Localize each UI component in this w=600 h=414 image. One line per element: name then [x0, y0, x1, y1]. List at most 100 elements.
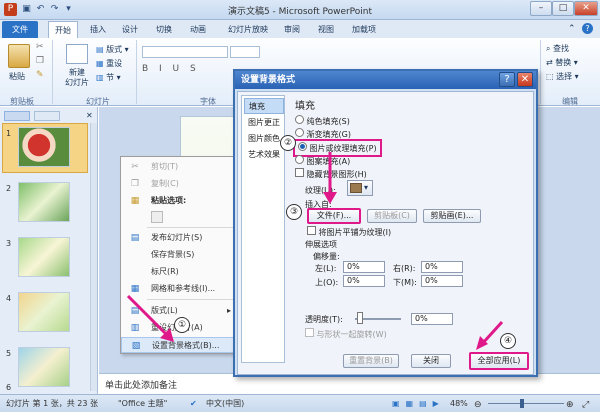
dialog-close-icon[interactable]: ✕ — [517, 72, 533, 87]
menu-item-publish[interactable]: ▤ 发布幻灯片(S) — [121, 230, 237, 246]
slide-thumbnail[interactable] — [18, 237, 70, 277]
tab-design[interactable]: 设计 — [116, 21, 144, 38]
thumb-number: 4 — [6, 294, 12, 303]
paste-option-icon[interactable] — [151, 211, 163, 223]
layout-button[interactable]: ▤ 版式 ▾ — [96, 44, 129, 55]
cut-icon[interactable]: ✂ — [36, 42, 44, 52]
option-label: 渐变填充(G) — [306, 130, 351, 139]
file-button[interactable]: 文件(F)... — [307, 208, 361, 224]
zoom-slider[interactable] — [488, 403, 564, 404]
tab-file[interactable]: 文件 — [2, 21, 38, 38]
clipart-button[interactable]: 剪贴画(E)... — [423, 209, 481, 223]
close-pane-icon[interactable]: ✕ — [86, 111, 93, 120]
slide-thumbnail[interactable] — [18, 127, 70, 167]
font-format-buttons[interactable]: B I U S — [142, 64, 232, 76]
reset-button[interactable]: ▦ 重设 — [96, 58, 122, 69]
nav-picture-color[interactable]: 图片颜色 — [244, 131, 284, 147]
slides-tab[interactable] — [4, 111, 30, 121]
section-button[interactable]: ▥ 节 ▾ — [96, 72, 121, 83]
offset-bottom-input[interactable]: 0% — [421, 275, 463, 287]
transparency-slider-thumb[interactable] — [357, 312, 363, 324]
offset-right-input[interactable]: 0% — [421, 261, 463, 273]
option-solid-fill[interactable]: 纯色填充(S) — [295, 115, 350, 127]
clipboard-button[interactable]: 剪贴板(C) — [367, 209, 417, 223]
tab-addins[interactable]: 加载项 — [346, 21, 382, 38]
nav-artistic-effects[interactable]: 艺术效果 — [244, 147, 284, 163]
maximize-button[interactable]: □ — [552, 1, 574, 16]
layout-icon: ▤ — [96, 45, 104, 54]
reset-label: 重设 — [106, 59, 123, 68]
help-icon[interactable]: ? — [582, 23, 593, 34]
offset-top-input[interactable]: 0% — [343, 275, 385, 287]
paste-icon: ▦ — [130, 196, 140, 206]
new-slide-button[interactable]: 新建 幻灯片 — [62, 68, 92, 88]
apply-to-all-button[interactable]: 全部应用(L) — [469, 352, 529, 370]
reset-icon: ▦ — [96, 59, 104, 68]
view-buttons-icon[interactable]: ▣▦▤▶ — [392, 395, 445, 412]
fit-to-window-icon[interactable]: ⤢ — [582, 397, 589, 414]
replace-button[interactable]: ⇄ 替换 ▾ — [546, 57, 578, 68]
select-button[interactable]: ⬚ 选择 ▾ — [546, 71, 579, 82]
layout-label: 版式 — [106, 45, 123, 54]
offset-left-input[interactable]: 0% — [343, 261, 385, 273]
thumbnail-scrollbar[interactable] — [90, 123, 97, 391]
checkbox[interactable] — [295, 168, 304, 177]
texture-dropdown[interactable]: ▾ — [347, 180, 373, 196]
menu-item-cut[interactable]: ✂ 剪切(T) — [121, 159, 237, 175]
tab-insert[interactable]: 插入 — [84, 21, 112, 38]
tab-home[interactable]: 开始 — [48, 21, 78, 38]
copy-icon[interactable]: ❐ — [36, 56, 44, 66]
radio[interactable] — [295, 128, 304, 137]
zoom-slider-thumb[interactable] — [520, 399, 524, 408]
paste-button[interactable]: 粘贴 — [9, 71, 25, 82]
outline-tab[interactable] — [34, 111, 60, 121]
nav-picture-corrections[interactable]: 图片更正 — [244, 115, 284, 131]
theme-status: "Office 主题" — [118, 399, 168, 408]
format-painter-icon[interactable]: ✎ — [36, 70, 44, 80]
tab-animations[interactable]: 动画 — [184, 21, 212, 38]
menu-item-save-bg[interactable]: 保存背景(S) — [121, 247, 237, 263]
help-icon[interactable]: ? — [499, 72, 515, 87]
close-dialog-button[interactable]: 关闭 — [411, 354, 451, 368]
reset-background-button[interactable]: 重置背景(B) — [343, 354, 399, 368]
section-label: 节 — [106, 73, 115, 82]
zoom-out-icon[interactable]: ⊖ — [474, 397, 482, 414]
transparency-label: 透明度(T): — [305, 315, 343, 324]
close-button[interactable]: ✕ — [574, 1, 598, 16]
zoom-level[interactable]: 48% — [450, 395, 468, 412]
slide-thumbnail[interactable] — [18, 347, 70, 387]
minimize-button[interactable]: – — [530, 1, 552, 16]
slide-thumbnail[interactable] — [18, 292, 70, 332]
font-size-combo[interactable] — [230, 46, 260, 58]
rotate-with-shape-checkbox[interactable]: 与形状一起旋转(W) — [305, 328, 387, 340]
radio[interactable] — [295, 155, 304, 164]
tab-view[interactable]: 视图 — [312, 21, 340, 38]
spellcheck-icon[interactable]: ✔ — [190, 395, 197, 412]
menu-item-label: 粘贴选项: — [151, 196, 187, 205]
radio[interactable] — [295, 115, 304, 124]
menu-item-ruler[interactable]: 标尺(R) — [121, 264, 237, 280]
select-icon: ⬚ — [546, 72, 554, 81]
checkbox[interactable] — [305, 328, 314, 337]
menu-item-label: 复制(C) — [151, 179, 179, 188]
nav-fill[interactable]: 填充 — [244, 98, 284, 114]
checkbox[interactable] — [307, 226, 316, 235]
offset-bottom-label: 下(M): — [393, 278, 417, 287]
font-name-combo[interactable] — [142, 46, 228, 58]
annotation-marker-3: ③ — [286, 204, 302, 220]
slide-thumbnail[interactable] — [18, 182, 70, 222]
replace-icon: ⇄ — [546, 58, 553, 67]
chevron-down-icon: ▾ — [364, 183, 369, 192]
section-icon: ▥ — [96, 73, 104, 82]
radio-selected[interactable] — [298, 142, 307, 151]
menu-item-copy[interactable]: ❐ 复制(C) — [121, 176, 237, 192]
divider — [136, 40, 137, 104]
tab-slideshow[interactable]: 幻灯片放映 — [222, 21, 274, 38]
find-button[interactable]: ⌕ 查找 — [546, 43, 569, 54]
tab-review[interactable]: 审阅 — [278, 21, 306, 38]
zoom-in-icon[interactable]: ⊕ — [566, 397, 574, 414]
transparency-input[interactable]: 0% — [411, 313, 453, 325]
tab-transitions[interactable]: 切换 — [150, 21, 178, 38]
collapse-ribbon-icon[interactable]: ⌃ — [568, 24, 576, 34]
tile-checkbox[interactable]: 将图片平铺为纹理(I) — [307, 226, 391, 238]
